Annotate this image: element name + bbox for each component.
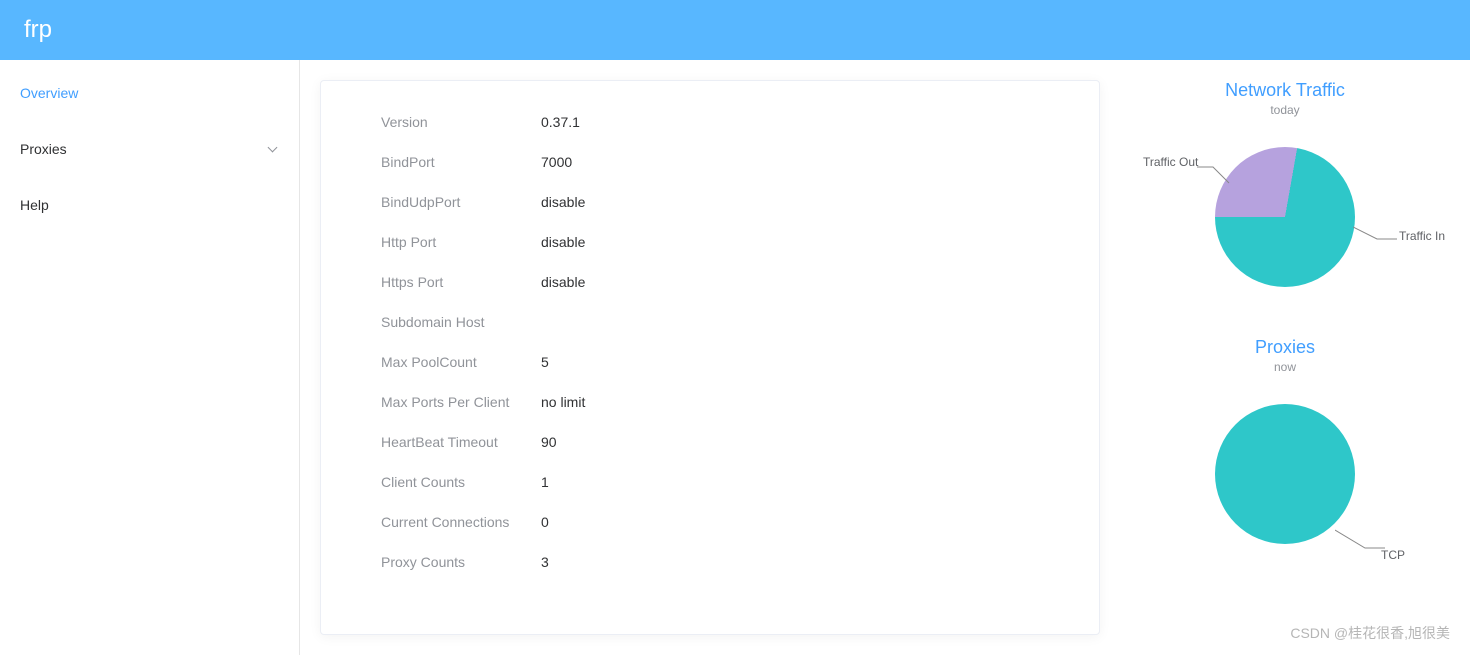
- sidebar-item-label: Proxies: [20, 121, 67, 177]
- overview-card: Version 0.37.1 BindPort 7000 BindUdpPort…: [320, 80, 1100, 635]
- form-value: 90: [541, 434, 557, 450]
- form-row: BindUdpPort disable: [381, 191, 1039, 213]
- form-value: 3: [541, 554, 549, 570]
- chart-network-traffic: Network Traffic today Traffic Out Traffi…: [1145, 80, 1425, 297]
- chevron-down-icon: [267, 143, 279, 155]
- app-title: frp: [24, 16, 52, 44]
- form-row: Proxy Counts 3: [381, 551, 1039, 573]
- form-label: Current Connections: [381, 514, 541, 530]
- pie-chart-traffic: Traffic Out Traffic In: [1145, 137, 1425, 297]
- form-label: Subdomain Host: [381, 314, 541, 330]
- form-value: 5: [541, 354, 549, 370]
- main-layout: Overview Proxies Help Version 0.37.1 Bin…: [0, 60, 1470, 655]
- chart-title: Network Traffic: [1225, 80, 1345, 101]
- main-content: Version 0.37.1 BindPort 7000 BindUdpPort…: [300, 60, 1470, 655]
- form-label: Max Ports Per Client: [381, 394, 541, 410]
- charts-panel: Network Traffic today Traffic Out Traffi…: [1120, 80, 1450, 635]
- form-value: 0: [541, 514, 549, 530]
- form-label: Http Port: [381, 234, 541, 250]
- form-label: Proxy Counts: [381, 554, 541, 570]
- form-value: disable: [541, 274, 585, 290]
- chart-subtitle: now: [1274, 360, 1296, 374]
- form-row: Https Port disable: [381, 271, 1039, 293]
- leader-line-icon: [1197, 165, 1237, 185]
- form-value: disable: [541, 194, 585, 210]
- form-row: Max PoolCount 5: [381, 351, 1039, 373]
- form-row: Http Port disable: [381, 231, 1039, 253]
- form-value: 7000: [541, 154, 572, 170]
- sidebar-item-proxies[interactable]: Proxies: [0, 121, 299, 177]
- form-value: disable: [541, 234, 585, 250]
- form-value: no limit: [541, 394, 585, 410]
- form-row: HeartBeat Timeout 90: [381, 431, 1039, 453]
- form-label: Version: [381, 114, 541, 130]
- form-value: 1: [541, 474, 549, 490]
- form-label: HeartBeat Timeout: [381, 434, 541, 450]
- form-label: Client Counts: [381, 474, 541, 490]
- form-row: Current Connections 0: [381, 511, 1039, 533]
- pie-icon: [1215, 404, 1355, 544]
- form-row: Client Counts 1: [381, 471, 1039, 493]
- chart-title: Proxies: [1255, 337, 1315, 358]
- form-row: Max Ports Per Client no limit: [381, 391, 1039, 413]
- form-row: Version 0.37.1: [381, 111, 1039, 133]
- chart-subtitle: today: [1270, 103, 1299, 117]
- leader-line-icon: [1335, 528, 1385, 552]
- pie-chart-proxies: TCP: [1145, 394, 1425, 554]
- chart-proxies: Proxies now TCP: [1145, 337, 1425, 554]
- leader-line-icon: [1353, 225, 1397, 241]
- sidebar-item-overview[interactable]: Overview: [0, 65, 299, 121]
- app-header: frp: [0, 0, 1470, 60]
- sidebar-item-help[interactable]: Help: [0, 177, 299, 233]
- form-row: Subdomain Host: [381, 311, 1039, 333]
- chart-label-in: Traffic In: [1399, 229, 1445, 243]
- form-label: BindUdpPort: [381, 194, 541, 210]
- watermark-text: CSDN @桂花很香,旭很美: [1290, 623, 1450, 643]
- form-label: BindPort: [381, 154, 541, 170]
- sidebar-item-label: Overview: [20, 65, 78, 121]
- chart-label-out: Traffic Out: [1143, 155, 1198, 169]
- sidebar: Overview Proxies Help: [0, 60, 300, 655]
- form-label: Max PoolCount: [381, 354, 541, 370]
- form-label: Https Port: [381, 274, 541, 290]
- sidebar-item-label: Help: [20, 177, 49, 233]
- form-row: BindPort 7000: [381, 151, 1039, 173]
- form-value: 0.37.1: [541, 114, 580, 130]
